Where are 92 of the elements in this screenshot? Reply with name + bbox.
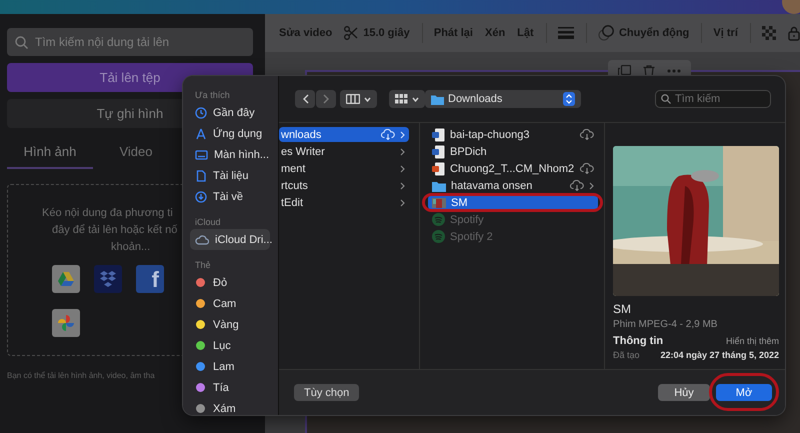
file-name: SM [613, 302, 632, 316]
file-item[interactable]: rtcuts [279, 178, 409, 193]
cloud-download-icon [580, 129, 594, 140]
sidebar-item[interactable]: iCloud Dri... [190, 229, 270, 250]
file-item[interactable]: bai-tap-chuong3 [428, 127, 598, 142]
source-button[interactable] [94, 265, 122, 293]
folder-icon [432, 180, 446, 192]
file-item[interactable]: wnloads [279, 127, 409, 142]
search-field[interactable]: Tìm kiếm nội dung tải lên [7, 28, 253, 56]
search-input[interactable]: Tìm kiếm nội dung tải lên [35, 35, 245, 49]
cancel-button[interactable]: Hủy [658, 384, 710, 401]
section-heading: Thẻ [195, 259, 212, 272]
triangle-icon [58, 272, 74, 286]
back-button[interactable] [295, 90, 315, 108]
file-item[interactable]: Chuong2_T...CM_Nhom2 [428, 161, 598, 176]
created-label: Đã tạo [613, 350, 640, 360]
sidebar-item[interactable]: Lục [190, 335, 270, 356]
chevron-icon [400, 130, 405, 138]
sidebar-item[interactable]: Tài liệu [190, 165, 270, 186]
file-item[interactable]: tEdit [279, 195, 409, 210]
display-icon [195, 148, 208, 160]
open-button[interactable]: Mở [716, 384, 772, 401]
scissors-icon [344, 26, 358, 40]
footnote: Bạn có thể tải lên hình ảnh, video, âm tha [7, 371, 156, 380]
sidebar-item[interactable]: Cam [190, 293, 270, 314]
search-icon [661, 94, 671, 104]
cloud-download-icon [381, 129, 395, 140]
drop-hint: Kéo nội dung đa phương ti [42, 206, 173, 221]
file-item[interactable]: ment [279, 161, 409, 176]
sidebar-item[interactable]: Vàng [190, 314, 270, 335]
search-icon [15, 36, 28, 48]
more-icon[interactable] [667, 69, 681, 73]
source-button[interactable] [52, 265, 80, 293]
circles-icon [598, 25, 614, 41]
diamonds-icon [99, 271, 117, 287]
word-document-icon [432, 128, 445, 142]
sidebar-item[interactable]: Tài về [190, 186, 270, 207]
forward-button[interactable] [316, 90, 336, 108]
section-heading: iCloud [195, 216, 222, 229]
lock-icon[interactable] [788, 26, 800, 40]
source-button[interactable]: f [136, 265, 164, 293]
tab[interactable]: Hình ảnh [7, 135, 93, 169]
options-button[interactable]: Tùy chọn [294, 384, 360, 401]
caret-icon [412, 96, 419, 102]
checkerboard-icon[interactable] [762, 26, 776, 40]
music-app-icon [432, 213, 445, 226]
download-icon [195, 190, 207, 202]
folder-icon [431, 94, 444, 104]
document-icon [195, 170, 207, 182]
sidebar-item[interactable]: Tía [190, 377, 270, 398]
grid-view-button[interactable] [389, 90, 425, 108]
video-thumbnail-icon [432, 196, 446, 208]
apps-icon [195, 128, 207, 140]
caret-icon [364, 96, 371, 102]
word-document-icon [432, 144, 445, 158]
pinwheel-icon [57, 314, 75, 332]
grid-icon [395, 94, 408, 104]
chevron-right-icon [322, 94, 330, 104]
section-heading: Ưa thích [195, 89, 231, 102]
sidebar-item[interactable]: Lam [190, 356, 270, 377]
search-input[interactable]: Tìm kiếm [675, 93, 765, 105]
file-item[interactable]: es Writer [279, 144, 409, 159]
cloud-icon [195, 234, 209, 246]
cloud-download-icon [580, 163, 594, 174]
columns-icon [346, 94, 360, 104]
clock-icon [195, 106, 207, 118]
section-heading: Thông tin [613, 335, 664, 347]
search-field[interactable]: Tìm kiếm [655, 90, 771, 108]
sidebar-item[interactable]: Màn hình... [190, 144, 270, 165]
location-dropdown[interactable]: Downloads [425, 90, 581, 108]
file-info: Phim MPEG-4 - 2,9 MB [613, 319, 718, 330]
drop-hint: khoản... [111, 240, 150, 255]
stepper-icon [563, 92, 575, 106]
file-item[interactable]: hatavama onsen [428, 178, 598, 193]
presentation-file-icon [432, 162, 445, 176]
created-date: 22:04 ngày 27 tháng 5, 2022 [660, 350, 779, 360]
chevron-icon [589, 182, 594, 190]
music-app-icon [432, 230, 445, 243]
line-weight-icon[interactable] [558, 27, 574, 39]
drop-hint: đây để tải lên hoặc kết nố [52, 223, 178, 238]
column-view-button[interactable] [340, 90, 377, 108]
chevron-icon [400, 182, 405, 190]
chevron-icon [400, 164, 405, 172]
source-button[interactable] [52, 309, 80, 337]
file-item[interactable]: BPDich [428, 144, 598, 159]
chevron-icon [400, 148, 405, 156]
cloud-download-icon [570, 180, 584, 191]
sidebar-item[interactable]: Xám [190, 398, 270, 415]
chevron-left-icon [302, 94, 308, 104]
show-more-link[interactable]: Hiển thị thêm [726, 336, 779, 346]
sidebar-item[interactable]: Đỏ [190, 272, 270, 293]
chevron-icon [400, 198, 405, 206]
